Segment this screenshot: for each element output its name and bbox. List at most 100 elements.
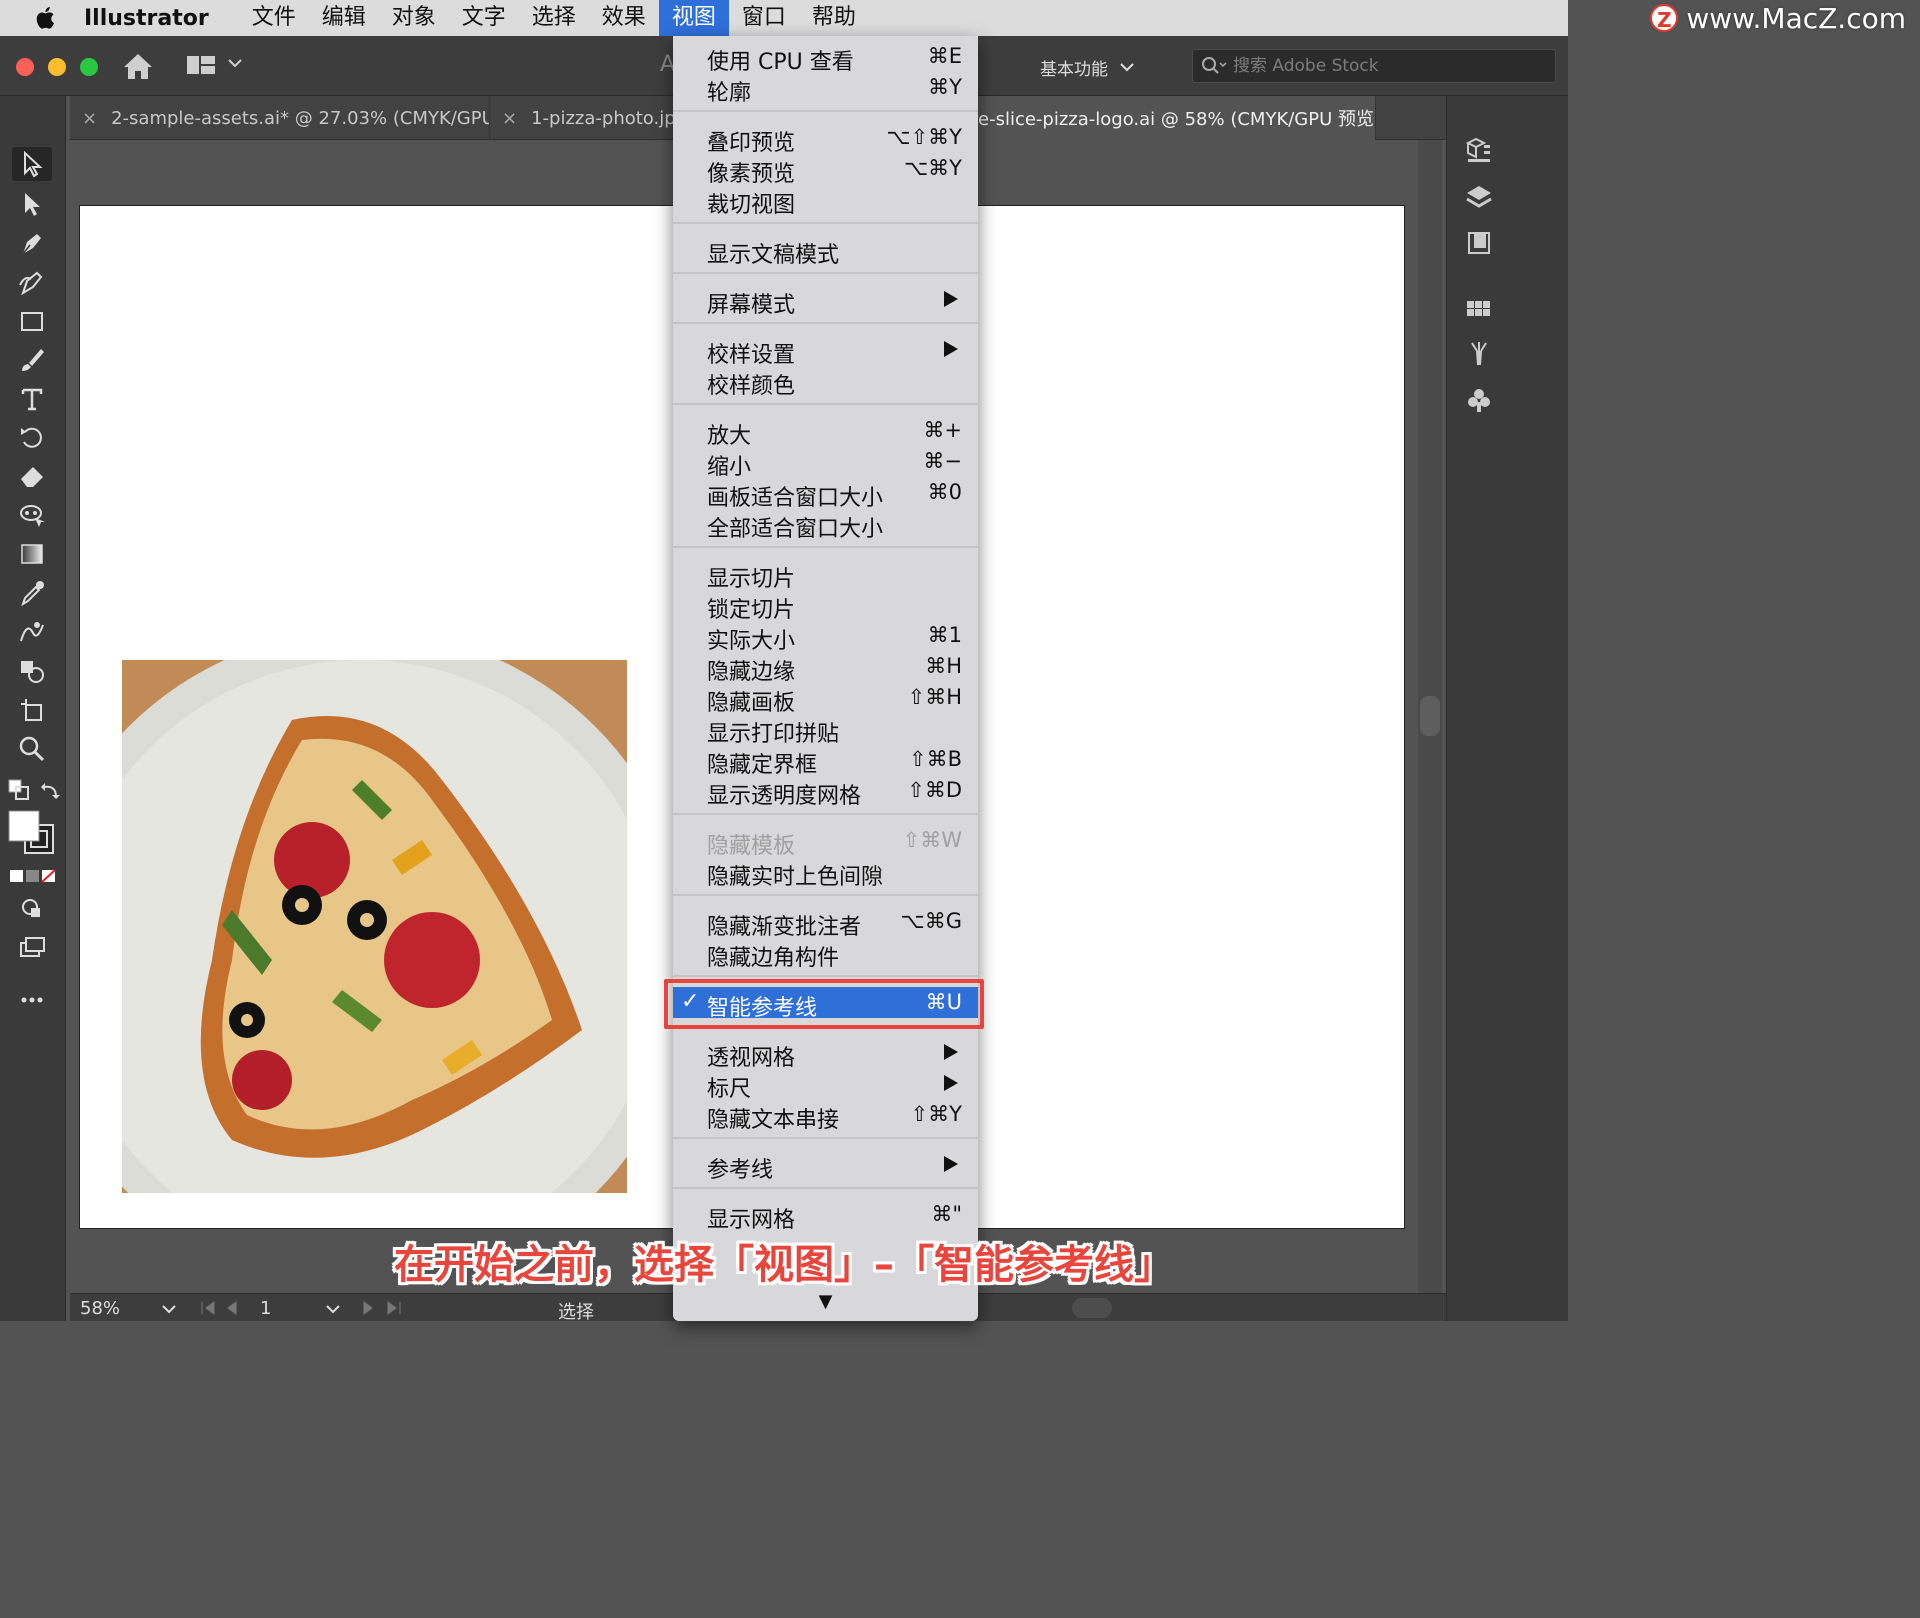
- vertical-scrollbar[interactable]: [1418, 140, 1442, 1293]
- close-tab-icon[interactable]: ×: [82, 108, 97, 129]
- shape-builder-tool-icon[interactable]: [12, 654, 52, 688]
- menu-item[interactable]: 隐藏画板 ⇧⌘H: [673, 682, 978, 716]
- first-previous-artboard-icon[interactable]: [200, 1300, 250, 1316]
- menu-item[interactable]: 轮廓 ⌘Y: [673, 72, 978, 106]
- selection-tool-icon[interactable]: [12, 147, 52, 181]
- rotate-tool-icon[interactable]: [12, 420, 52, 454]
- next-last-artboard-icon[interactable]: [360, 1300, 404, 1316]
- rectangle-tool-icon[interactable]: [12, 304, 52, 338]
- swap-colors-icon[interactable]: [40, 781, 62, 801]
- menu-file[interactable]: 文件: [239, 0, 309, 36]
- arrange-documents-icon[interactable]: [186, 54, 216, 76]
- menu-item[interactable]: 显示文稿模式: [673, 234, 978, 268]
- type-tool-icon[interactable]: [12, 382, 52, 416]
- gradient-tool-icon[interactable]: [12, 537, 52, 571]
- libraries-icon[interactable]: [1462, 226, 1496, 260]
- menu-item[interactable]: 显示切片: [673, 558, 978, 592]
- menu-item[interactable]: 隐藏边角构件: [673, 937, 978, 971]
- menu-item[interactable]: 隐藏边缘 ⌘H: [673, 651, 978, 685]
- menu-item[interactable]: 参考线: [673, 1149, 978, 1183]
- workspace-switcher[interactable]: 基本功能: [1040, 50, 1168, 84]
- menu-item[interactable]: 像素预览 ⌥⌘Y: [673, 153, 978, 187]
- more-tools-icon[interactable]: [12, 982, 52, 1016]
- symbols-icon[interactable]: [1462, 383, 1496, 417]
- menu-item[interactable]: 标尺: [673, 1068, 978, 1102]
- screen-mode-icon[interactable]: [12, 930, 52, 964]
- close-tab-icon[interactable]: ×: [502, 108, 517, 129]
- menu-item[interactable]: 显示打印拼贴: [673, 713, 978, 747]
- draw-mode-icon[interactable]: [12, 892, 52, 926]
- app-name-menu[interactable]: Illustrator: [84, 6, 209, 31]
- menu-item[interactable]: 显示透明度网格 ⇧⌘D: [673, 775, 978, 809]
- curvature-tool-icon[interactable]: [12, 265, 52, 299]
- blend-tool-icon[interactable]: [12, 615, 52, 649]
- adobe-stock-search[interactable]: [1192, 49, 1556, 83]
- puppet-warp-tool-icon[interactable]: [12, 498, 52, 532]
- artboard-tool-icon[interactable]: [12, 693, 52, 727]
- pen-tool-icon[interactable]: [12, 226, 52, 260]
- artboard-number[interactable]: 1: [260, 1298, 271, 1319]
- menu-item[interactable]: 使用 CPU 查看 ⌘E: [673, 41, 978, 75]
- menu-item[interactable]: 隐藏文本串接 ⇧⌘Y: [673, 1099, 978, 1133]
- menu-item-label: 校样颜色: [707, 374, 796, 399]
- menu-window[interactable]: 窗口: [729, 0, 799, 36]
- chevron-down-icon[interactable]: [326, 1304, 340, 1314]
- menu-item[interactable]: 显示网格 ⌘": [673, 1199, 978, 1233]
- scroll-thumb[interactable]: [1420, 696, 1440, 736]
- menu-item[interactable]: 缩小 ⌘−: [673, 446, 978, 480]
- menu-item-label: 显示网格: [707, 1208, 796, 1233]
- close-window-button[interactable]: [16, 58, 34, 76]
- menu-item-shortcut: ⌘1: [927, 623, 962, 647]
- menu-item[interactable]: 锁定切片: [673, 589, 978, 623]
- menu-item[interactable]: 实际大小 ⌘1: [673, 620, 978, 654]
- stock-search-input[interactable]: [1233, 56, 1533, 76]
- default-colors-icon[interactable]: [8, 779, 30, 801]
- menu-item[interactable]: 透视网格: [673, 1037, 978, 1071]
- menu-object[interactable]: 对象: [379, 0, 449, 36]
- tab-pizza-photo[interactable]: × 1-pizza-photo.jpg: [490, 96, 680, 140]
- swatches-icon[interactable]: [1462, 292, 1496, 326]
- home-icon[interactable]: [122, 51, 154, 81]
- tab-pizza-logo[interactable]: e-slice-pizza-logo.ai @ 58% (CMYK/GPU 预览…: [978, 96, 1376, 140]
- zoom-tool-icon[interactable]: [12, 732, 52, 766]
- menu-item[interactable]: 隐藏定界框 ⇧⌘B: [673, 744, 978, 778]
- menu-item[interactable]: 全部适合窗口大小: [673, 508, 978, 542]
- direct-selection-tool-icon[interactable]: [12, 187, 52, 221]
- menu-select[interactable]: 选择: [519, 0, 589, 36]
- chevron-down-icon[interactable]: [162, 1304, 176, 1314]
- menu-item[interactable]: 隐藏实时上色间隙: [673, 856, 978, 890]
- zoom-window-button[interactable]: [80, 58, 98, 76]
- menu-effect[interactable]: 效果: [589, 0, 659, 36]
- watermark: Z www.MacZ.com: [1650, 1, 1906, 35]
- pizza-photo[interactable]: [122, 660, 627, 1193]
- watermark-url: www.MacZ.com: [1686, 1, 1906, 35]
- menu-scroll-down-arrow-icon[interactable]: ▼: [673, 1291, 978, 1312]
- menu-edit[interactable]: 编辑: [309, 0, 379, 36]
- horizontal-scroll-thumb[interactable]: [1072, 1298, 1112, 1318]
- tab-sample-assets[interactable]: × 2-sample-assets.ai* @ 27.03% (CMYK/GPU.…: [70, 96, 490, 140]
- properties-icon[interactable]: [1462, 133, 1496, 167]
- brushes-icon[interactable]: [1462, 337, 1496, 371]
- eyedropper-tool-icon[interactable]: [12, 576, 52, 610]
- paintbrush-tool-icon[interactable]: [12, 343, 52, 377]
- fill-stroke-swatches[interactable]: [8, 810, 56, 856]
- menu-item[interactable]: 裁切视图: [673, 184, 978, 218]
- menu-help[interactable]: 帮助: [799, 0, 869, 36]
- chevron-down-icon[interactable]: [228, 58, 242, 68]
- color-mode-icon[interactable]: [10, 868, 56, 884]
- menu-item[interactable]: 屏幕模式: [673, 284, 978, 318]
- menu-view[interactable]: 视图: [658, 0, 729, 36]
- menu-separator: [673, 975, 978, 977]
- layers-icon[interactable]: [1462, 180, 1496, 214]
- menu-type[interactable]: 文字: [449, 0, 519, 36]
- menu-item[interactable]: 校样设置: [673, 334, 978, 368]
- menu-item[interactable]: 画板适合窗口大小 ⌘0: [673, 477, 978, 511]
- apple-logo-icon[interactable]: [32, 4, 60, 32]
- zoom-level[interactable]: 58%: [80, 1298, 120, 1319]
- minimize-window-button[interactable]: [48, 58, 66, 76]
- menu-item[interactable]: 放大 ⌘+: [673, 415, 978, 449]
- menu-item[interactable]: 叠印预览 ⌥⇧⌘Y: [673, 122, 978, 156]
- menu-item[interactable]: 隐藏渐变批注者 ⌥⌘G: [673, 906, 978, 940]
- menu-item[interactable]: 校样颜色: [673, 365, 978, 399]
- eraser-tool-icon[interactable]: [12, 459, 52, 493]
